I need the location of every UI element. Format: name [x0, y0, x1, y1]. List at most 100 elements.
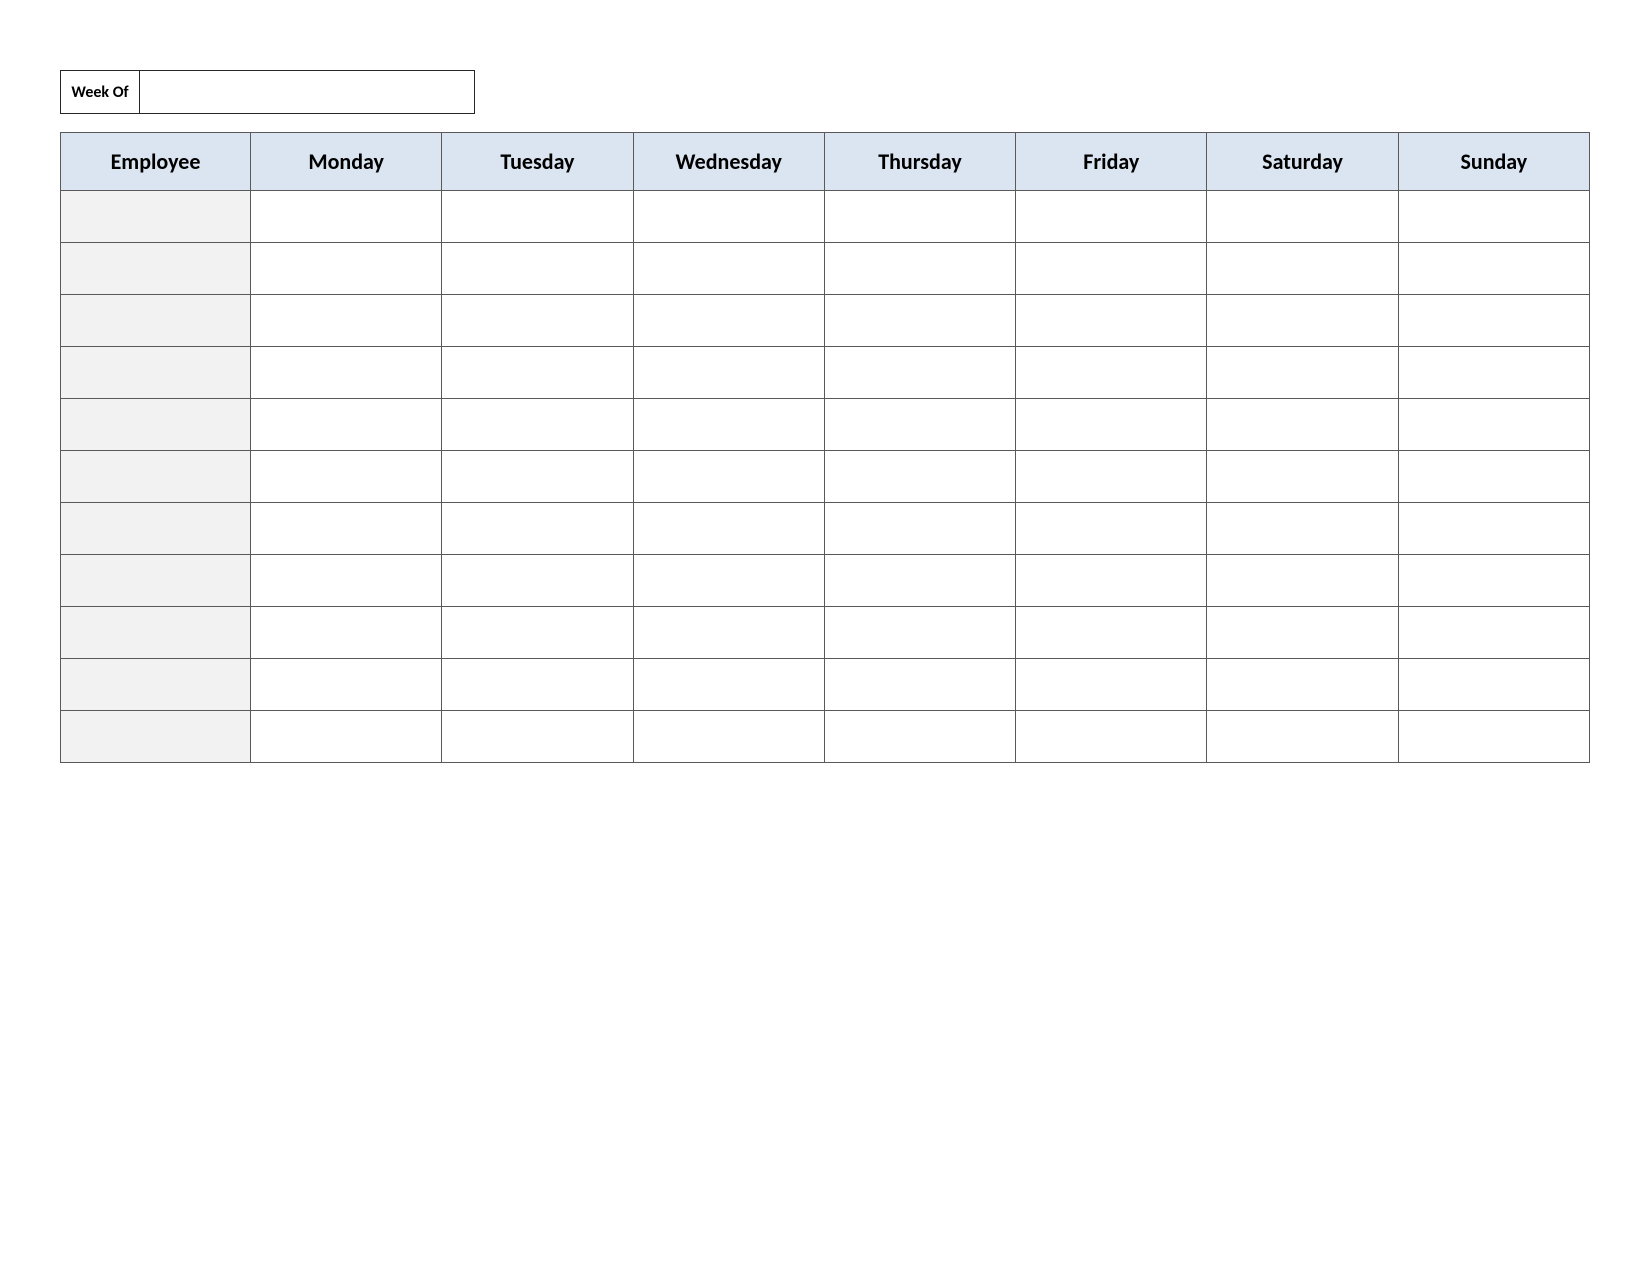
- day-cell[interactable]: [824, 295, 1015, 347]
- header-tuesday: Tuesday: [442, 133, 633, 191]
- day-cell[interactable]: [1207, 243, 1398, 295]
- day-cell[interactable]: [824, 347, 1015, 399]
- day-cell[interactable]: [442, 659, 633, 711]
- employee-cell[interactable]: [61, 295, 251, 347]
- day-cell[interactable]: [1207, 451, 1398, 503]
- day-cell[interactable]: [633, 347, 824, 399]
- employee-cell[interactable]: [61, 503, 251, 555]
- day-cell[interactable]: [1207, 347, 1398, 399]
- day-cell[interactable]: [1016, 451, 1207, 503]
- day-cell[interactable]: [1016, 191, 1207, 243]
- day-cell[interactable]: [1398, 347, 1589, 399]
- day-cell[interactable]: [442, 243, 633, 295]
- day-cell[interactable]: [824, 451, 1015, 503]
- day-cell[interactable]: [251, 191, 442, 243]
- employee-cell[interactable]: [61, 607, 251, 659]
- employee-cell[interactable]: [61, 347, 251, 399]
- day-cell[interactable]: [824, 711, 1015, 763]
- day-cell[interactable]: [442, 711, 633, 763]
- day-cell[interactable]: [442, 347, 633, 399]
- day-cell[interactable]: [251, 295, 442, 347]
- day-cell[interactable]: [442, 295, 633, 347]
- day-cell[interactable]: [1016, 347, 1207, 399]
- day-cell[interactable]: [1207, 607, 1398, 659]
- schedule-table: Employee Monday Tuesday Wednesday Thursd…: [60, 132, 1590, 763]
- header-sunday: Sunday: [1398, 133, 1589, 191]
- day-cell[interactable]: [1398, 659, 1589, 711]
- day-cell[interactable]: [1207, 295, 1398, 347]
- day-cell[interactable]: [1207, 399, 1398, 451]
- employee-cell[interactable]: [61, 555, 251, 607]
- table-row: [61, 711, 1590, 763]
- employee-cell[interactable]: [61, 659, 251, 711]
- day-cell[interactable]: [824, 191, 1015, 243]
- day-cell[interactable]: [442, 451, 633, 503]
- day-cell[interactable]: [1207, 191, 1398, 243]
- table-row: [61, 659, 1590, 711]
- table-row: [61, 347, 1590, 399]
- day-cell[interactable]: [442, 503, 633, 555]
- day-cell[interactable]: [442, 399, 633, 451]
- day-cell[interactable]: [1207, 555, 1398, 607]
- header-wednesday: Wednesday: [633, 133, 824, 191]
- employee-cell[interactable]: [61, 191, 251, 243]
- day-cell[interactable]: [824, 607, 1015, 659]
- day-cell[interactable]: [251, 503, 442, 555]
- day-cell[interactable]: [824, 503, 1015, 555]
- day-cell[interactable]: [251, 243, 442, 295]
- employee-cell[interactable]: [61, 399, 251, 451]
- day-cell[interactable]: [442, 555, 633, 607]
- day-cell[interactable]: [1016, 607, 1207, 659]
- day-cell[interactable]: [251, 451, 442, 503]
- day-cell[interactable]: [442, 191, 633, 243]
- day-cell[interactable]: [824, 659, 1015, 711]
- day-cell[interactable]: [1398, 399, 1589, 451]
- day-cell[interactable]: [1398, 503, 1589, 555]
- day-cell[interactable]: [1016, 711, 1207, 763]
- day-cell[interactable]: [1207, 711, 1398, 763]
- week-of-field[interactable]: [140, 70, 475, 114]
- day-cell[interactable]: [251, 555, 442, 607]
- day-cell[interactable]: [251, 347, 442, 399]
- day-cell[interactable]: [633, 191, 824, 243]
- day-cell[interactable]: [1207, 503, 1398, 555]
- day-cell[interactable]: [633, 607, 824, 659]
- day-cell[interactable]: [633, 295, 824, 347]
- day-cell[interactable]: [1398, 451, 1589, 503]
- day-cell[interactable]: [1398, 711, 1589, 763]
- day-cell[interactable]: [633, 503, 824, 555]
- header-employee: Employee: [61, 133, 251, 191]
- day-cell[interactable]: [824, 243, 1015, 295]
- day-cell[interactable]: [1398, 555, 1589, 607]
- day-cell[interactable]: [251, 399, 442, 451]
- day-cell[interactable]: [1016, 555, 1207, 607]
- day-cell[interactable]: [1016, 243, 1207, 295]
- day-cell[interactable]: [1398, 607, 1589, 659]
- day-cell[interactable]: [1016, 659, 1207, 711]
- day-cell[interactable]: [824, 399, 1015, 451]
- day-cell[interactable]: [251, 659, 442, 711]
- day-cell[interactable]: [1207, 659, 1398, 711]
- employee-cell[interactable]: [61, 451, 251, 503]
- day-cell[interactable]: [633, 555, 824, 607]
- employee-cell[interactable]: [61, 711, 251, 763]
- day-cell[interactable]: [633, 399, 824, 451]
- day-cell[interactable]: [442, 607, 633, 659]
- day-cell[interactable]: [1016, 503, 1207, 555]
- day-cell[interactable]: [633, 711, 824, 763]
- table-row: [61, 555, 1590, 607]
- day-cell[interactable]: [251, 711, 442, 763]
- day-cell[interactable]: [1398, 191, 1589, 243]
- day-cell[interactable]: [251, 607, 442, 659]
- day-cell[interactable]: [1398, 243, 1589, 295]
- day-cell[interactable]: [633, 243, 824, 295]
- employee-cell[interactable]: [61, 243, 251, 295]
- day-cell[interactable]: [1016, 399, 1207, 451]
- day-cell[interactable]: [1016, 295, 1207, 347]
- day-cell[interactable]: [824, 555, 1015, 607]
- header-thursday: Thursday: [824, 133, 1015, 191]
- day-cell[interactable]: [1398, 295, 1589, 347]
- day-cell[interactable]: [633, 451, 824, 503]
- week-of-container: Week Of: [60, 70, 475, 114]
- day-cell[interactable]: [633, 659, 824, 711]
